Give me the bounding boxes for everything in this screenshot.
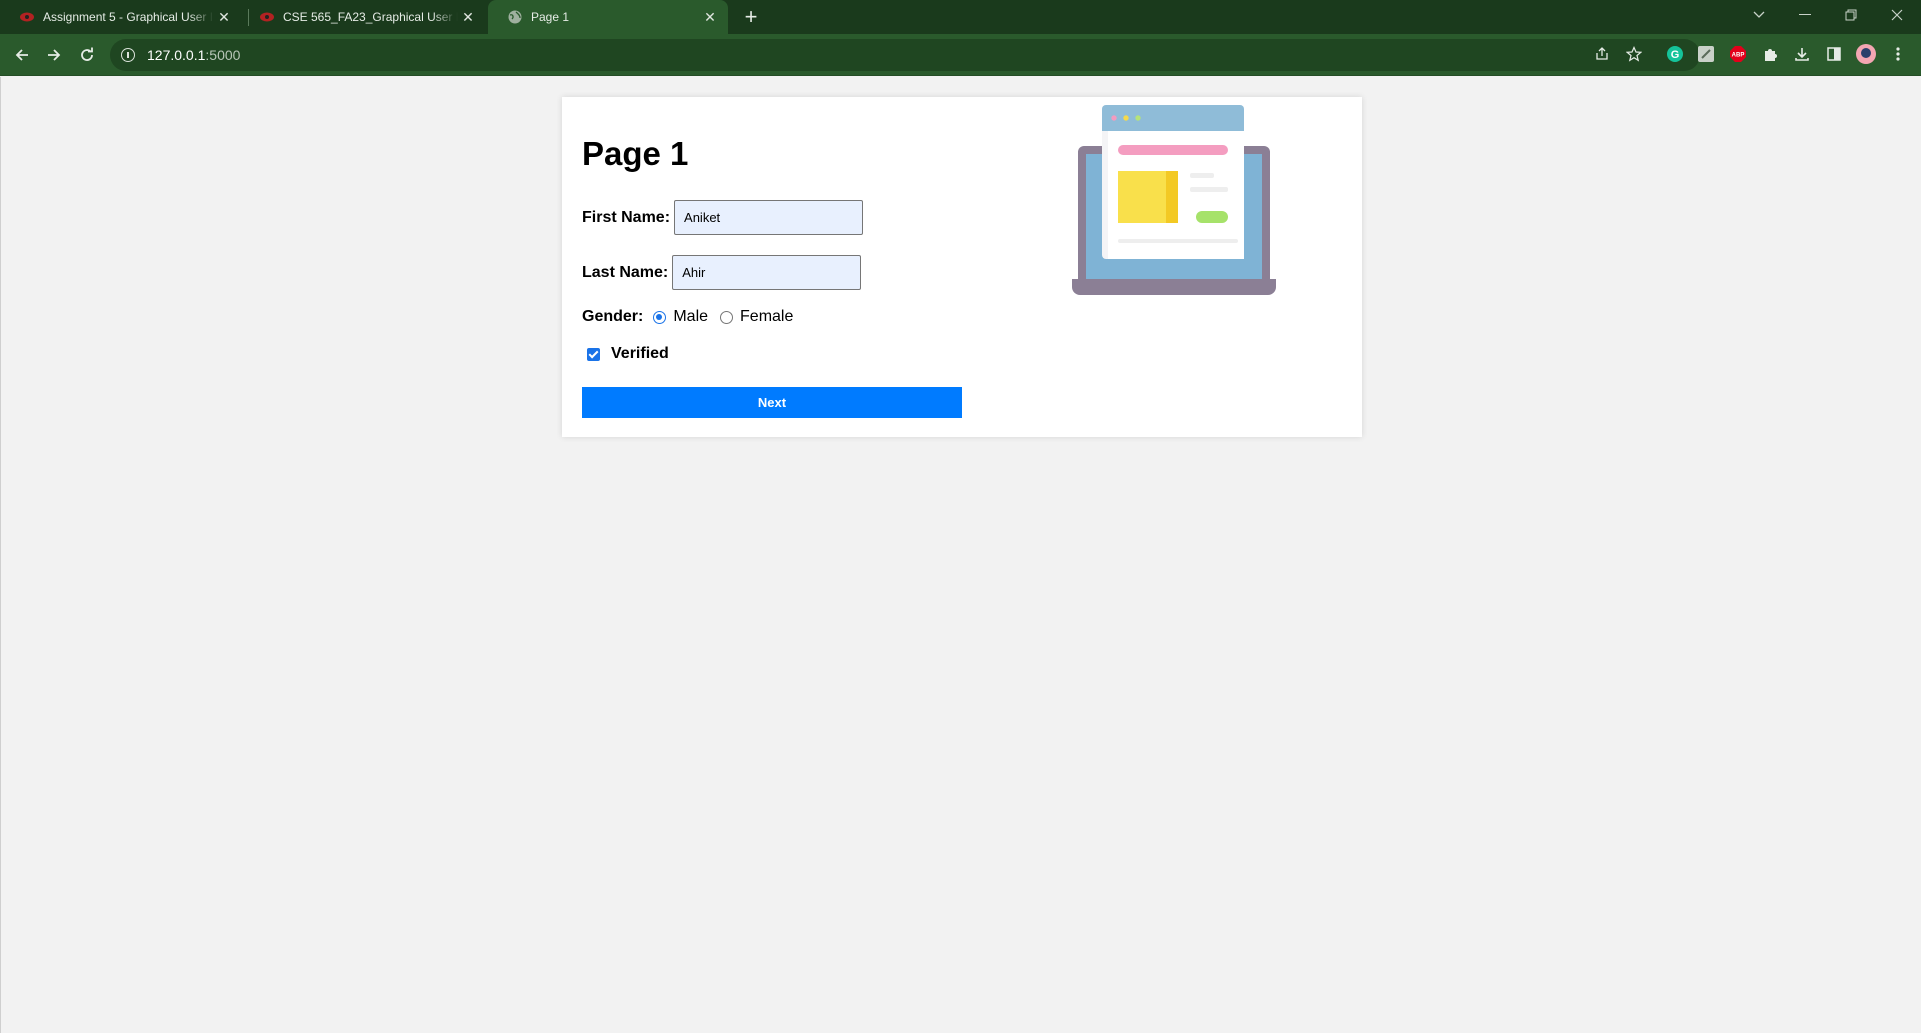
new-tab-button[interactable]: + — [738, 4, 764, 30]
address-bar[interactable]: 127.0.0.1:5000 — [110, 39, 1700, 71]
course-site-favicon-icon — [20, 10, 34, 24]
menu-kebab-icon[interactable] — [1887, 43, 1909, 65]
tab-strip: Assignment 5 - Graphical User Interfaces… — [0, 0, 1921, 34]
minimize-icon[interactable] — [1783, 0, 1827, 30]
tab-cse-565[interactable]: CSE 565_FA23_Graphical User Interfaces ✕ — [240, 0, 486, 34]
side-panel-icon[interactable] — [1823, 43, 1845, 65]
forward-arrow-icon[interactable] — [41, 42, 67, 68]
first-name-label: First Name: — [582, 208, 671, 226]
verified-row: Verified — [582, 345, 669, 363]
gender-female-label[interactable]: Female — [740, 308, 793, 326]
grammarly-icon[interactable]: G — [1664, 43, 1686, 65]
svg-text:G: G — [1671, 49, 1680, 61]
last-name-row: Last Name: — [582, 255, 862, 290]
tab-title: Assignment 5 - Graphical User Interfaces — [43, 10, 214, 24]
gender-row: Gender: Male Female — [582, 308, 793, 326]
first-name-field[interactable] — [674, 200, 864, 235]
page-viewport: Page 1 First Name: Last Name: Gender: Ma… — [0, 77, 1921, 1033]
course-site-favicon-icon — [260, 10, 274, 24]
verified-checkbox[interactable] — [587, 347, 600, 361]
tab-page-1[interactable]: Page 1 ✕ — [488, 0, 728, 34]
tab-search-chevron-icon[interactable] — [1737, 0, 1781, 30]
last-name-field[interactable] — [672, 255, 862, 290]
site-info-icon[interactable] — [121, 48, 135, 62]
restore-icon[interactable] — [1829, 0, 1873, 30]
share-icon[interactable] — [1591, 43, 1613, 65]
adblock-plus-icon[interactable]: ABP — [1727, 43, 1749, 65]
tab-assignment-5[interactable]: Assignment 5 - Graphical User Interfaces… — [0, 0, 242, 34]
gender-label: Gender: — [582, 308, 644, 325]
tab-close-icon[interactable]: ✕ — [458, 7, 478, 27]
close-window-icon[interactable] — [1875, 0, 1919, 30]
verified-label[interactable]: Verified — [611, 345, 669, 363]
next-button[interactable]: Next — [582, 387, 962, 418]
reload-icon[interactable] — [74, 42, 100, 68]
gender-male-label[interactable]: Male — [673, 308, 708, 326]
profile-avatar-icon[interactable] — [1855, 43, 1877, 65]
tab-close-icon[interactable]: ✕ — [214, 7, 234, 27]
zoom-icon[interactable] — [1695, 43, 1717, 65]
globe-icon — [508, 10, 522, 24]
gender-female-radio[interactable] — [720, 310, 734, 324]
browser-toolbar: 127.0.0.1:5000 G ABP — [0, 34, 1921, 76]
tab-title: CSE 565_FA23_Graphical User Interfaces — [283, 10, 458, 24]
back-arrow-icon[interactable] — [9, 42, 35, 68]
svg-text:ABP: ABP — [1732, 53, 1745, 59]
url-text: 127.0.0.1:5000 — [147, 47, 241, 63]
bookmark-star-icon[interactable] — [1623, 43, 1645, 65]
download-icon[interactable] — [1791, 43, 1813, 65]
first-name-row: First Name: — [582, 200, 864, 235]
last-name-label: Last Name: — [582, 263, 669, 281]
page-title: Page 1 — [582, 135, 689, 172]
form-card: Page 1 First Name: Last Name: Gender: Ma… — [562, 97, 1362, 437]
gender-male-radio[interactable] — [653, 310, 667, 324]
laptop-webpage-illustration — [1072, 101, 1282, 306]
tab-title: Page 1 — [531, 10, 570, 24]
tab-close-icon[interactable]: ✕ — [700, 7, 720, 27]
extensions-puzzle-icon[interactable] — [1759, 43, 1781, 65]
